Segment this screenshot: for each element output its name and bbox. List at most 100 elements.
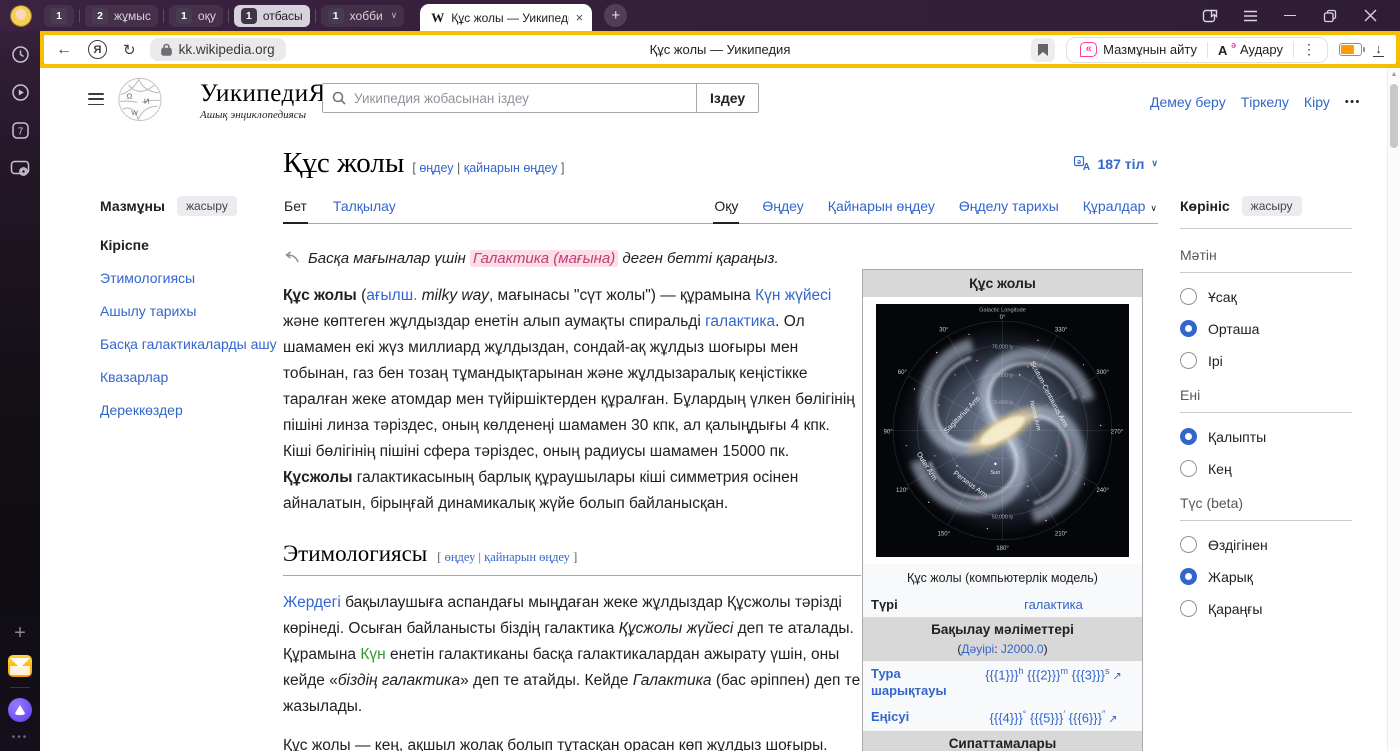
- url-field[interactable]: kk.wikipedia.org: [150, 38, 286, 61]
- toc-item-other-galaxies[interactable]: Басқа галактикаларды ашу: [100, 335, 278, 354]
- appearance-hide-button[interactable]: жасыру: [1242, 196, 1302, 216]
- wiki-search: Уикипедия жобасынан іздеу Іздеу: [322, 83, 759, 113]
- yandex-mail-icon[interactable]: [8, 655, 32, 677]
- video-icon[interactable]: [7, 79, 33, 105]
- svg-text:ә: ә: [1076, 157, 1080, 166]
- search-input[interactable]: Уикипедия жобасынан іздеу: [322, 83, 696, 113]
- tab-read[interactable]: Оқу: [713, 192, 739, 223]
- radio-icon-checked[interactable]: [1180, 320, 1197, 337]
- register-link[interactable]: Тіркелу: [1241, 94, 1289, 110]
- summarize-button[interactable]: « Мазмұнын айту: [1070, 42, 1207, 57]
- edit-link[interactable]: өңдеу: [419, 161, 453, 175]
- tab-group-label: отбасы: [263, 9, 303, 23]
- wiki-menu-icon[interactable]: [88, 93, 104, 105]
- infobox-ra-value[interactable]: {{{1}}}h {{{2}}}m {{{3}}}s ↗: [965, 663, 1142, 702]
- toc-item-discovery[interactable]: Ашылу тарихы: [100, 302, 278, 321]
- infobox-type-link[interactable]: галактика: [1024, 597, 1083, 612]
- radio-color-auto[interactable]: Өздігінен: [1180, 536, 1352, 553]
- hatnote-text[interactable]: Басқа мағыналар үшін Галактика (мағына) …: [308, 248, 779, 270]
- new-tab-button[interactable]: +: [604, 4, 627, 27]
- tab-tools[interactable]: Құралдар∨: [1082, 192, 1158, 223]
- radio-icon[interactable]: [1180, 600, 1197, 617]
- radio-text-standard[interactable]: Орташа: [1180, 320, 1352, 337]
- tab-close-icon[interactable]: ×: [576, 10, 584, 25]
- radio-icon[interactable]: [1180, 352, 1197, 369]
- radio-icon[interactable]: [1180, 288, 1197, 305]
- tab-edit-source[interactable]: Қайнарын өңдеу: [827, 192, 936, 223]
- translate-button[interactable]: Aә Аудару: [1208, 42, 1293, 57]
- scrollbar-thumb[interactable]: [1390, 84, 1398, 148]
- infobox-epoch[interactable]: (Дәуірі: J2000.0): [865, 641, 1140, 657]
- tab-group-study[interactable]: 1оқу: [169, 5, 223, 27]
- bookmark-icon[interactable]: [1031, 38, 1055, 62]
- tab-counter-icon[interactable]: 7: [7, 117, 33, 143]
- radio-width-standard[interactable]: Қалыпты: [1180, 428, 1352, 445]
- wikipedia-logo[interactable]: Ω И W: [116, 76, 164, 128]
- infobox-galaxy-image[interactable]: Galactic Longitude 0° 30° 60° 90° 120° 1…: [863, 297, 1142, 564]
- tab-edit[interactable]: Өңдеу: [761, 192, 804, 223]
- pill-more-icon[interactable]: ⋮: [1294, 41, 1324, 58]
- alice-assistant-icon[interactable]: [8, 698, 32, 722]
- browser-tab-active[interactable]: W Құс жолы — Уикипеди ×: [420, 4, 592, 31]
- edit-link[interactable]: өңдеу: [445, 550, 476, 564]
- infobox-row-type: Түрі галактика: [863, 592, 1142, 618]
- tab-group-hobby[interactable]: 1хобби∨: [321, 5, 405, 27]
- hatnote-redirect-icon: [283, 251, 299, 264]
- radio-color-dark[interactable]: Қараңғы: [1180, 600, 1352, 617]
- donate-link[interactable]: Демеу беру: [1150, 94, 1226, 110]
- url-text: kk.wikipedia.org: [179, 42, 275, 57]
- radio-text-small[interactable]: Ұсақ: [1180, 288, 1352, 305]
- infobox-dec-label-link[interactable]: Еңісуі: [863, 706, 965, 729]
- radio-icon[interactable]: [1180, 536, 1197, 553]
- login-link[interactable]: Кіру: [1304, 94, 1330, 110]
- page-title-center: Құс жолы — Уикипедия: [344, 42, 1096, 57]
- battery-icon[interactable]: [1339, 43, 1362, 56]
- scrollbar-up-icon[interactable]: ▲: [1388, 71, 1400, 78]
- radio-icon-checked[interactable]: [1180, 428, 1197, 445]
- radio-color-light[interactable]: Жарық: [1180, 568, 1352, 585]
- downloads-icon[interactable]: ↓: [1373, 42, 1384, 58]
- close-window-button[interactable]: [1350, 0, 1390, 31]
- radio-icon[interactable]: [1180, 460, 1197, 477]
- radio-icon-checked[interactable]: [1180, 568, 1197, 585]
- sidebar-add-icon[interactable]: +: [14, 623, 26, 643]
- paragraph-etymology-1: Жердегі бақылаушыға аспандағы мыңдаған ж…: [283, 590, 861, 720]
- browser-menu-icon[interactable]: [1230, 0, 1270, 31]
- search-button[interactable]: Іздеу: [696, 83, 759, 113]
- restore-button[interactable]: [1310, 0, 1350, 31]
- galaxy-deg: 210°: [1055, 532, 1068, 538]
- tab-group-family-active[interactable]: 1отбасы: [234, 5, 310, 27]
- edit-source-link[interactable]: қайнарын өңдеу: [464, 161, 558, 175]
- edit-source-link[interactable]: қайнарын өңдеу: [484, 550, 570, 564]
- language-selector[interactable]: әA 187 тіл ∨: [1074, 156, 1158, 180]
- toc-item-intro[interactable]: Кіріспе: [100, 236, 278, 255]
- appearance-section-width: Ені: [1180, 387, 1352, 403]
- toc-hide-button[interactable]: жасыру: [177, 196, 237, 216]
- back-icon[interactable]: ←: [56, 41, 72, 59]
- screen-share-icon[interactable]: [7, 155, 33, 181]
- toc-item-references[interactable]: Дереккөздер: [100, 401, 278, 420]
- svg-text:И: И: [144, 96, 150, 105]
- tab-history[interactable]: Өңделу тарихы: [958, 192, 1060, 223]
- header-more-icon[interactable]: •••: [1345, 96, 1361, 108]
- refresh-icon[interactable]: ↻: [123, 41, 136, 59]
- toc-item-etymology[interactable]: Этимологиясы: [100, 269, 278, 288]
- radio-width-wide[interactable]: Кең: [1180, 460, 1352, 477]
- toc-item-quasars[interactable]: Квазарлар: [100, 368, 278, 387]
- radio-text-large[interactable]: Ірі: [1180, 352, 1352, 369]
- translate-label: Аудару: [1240, 42, 1283, 57]
- history-icon[interactable]: [7, 41, 33, 67]
- sidebar-more-icon[interactable]: •••: [12, 732, 29, 743]
- infobox-dec-value[interactable]: {{{4}}}° {{{5}}}′ {{{6}}}″ ↗: [965, 706, 1142, 729]
- screen-share-highlight-frame: ← Я ↻ kk.wikipedia.org Құс жолы — Уикипе…: [40, 31, 1400, 68]
- infobox-ra-label-link[interactable]: Тура шарықтауы: [863, 663, 965, 702]
- yandex-logo-icon[interactable]: Я: [88, 40, 107, 59]
- side-panel-icon[interactable]: [1190, 0, 1230, 31]
- tab-talk[interactable]: Талқылау: [332, 192, 397, 223]
- profile-avatar[interactable]: [10, 5, 32, 27]
- tab-page[interactable]: Бет: [283, 192, 308, 223]
- minimize-button[interactable]: [1270, 0, 1310, 31]
- page-scrollbar[interactable]: ▲: [1387, 68, 1400, 751]
- tab-group-1[interactable]: 1: [44, 5, 74, 27]
- tab-group-work[interactable]: 2жұмыс: [85, 5, 158, 27]
